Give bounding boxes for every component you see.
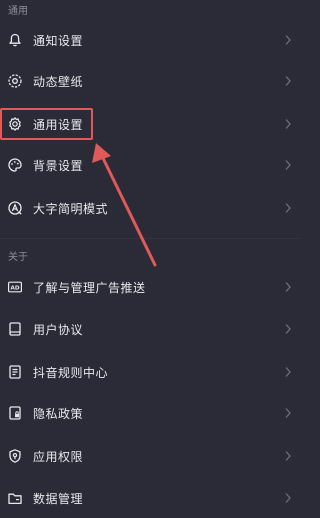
annotation-arrow <box>92 143 157 267</box>
